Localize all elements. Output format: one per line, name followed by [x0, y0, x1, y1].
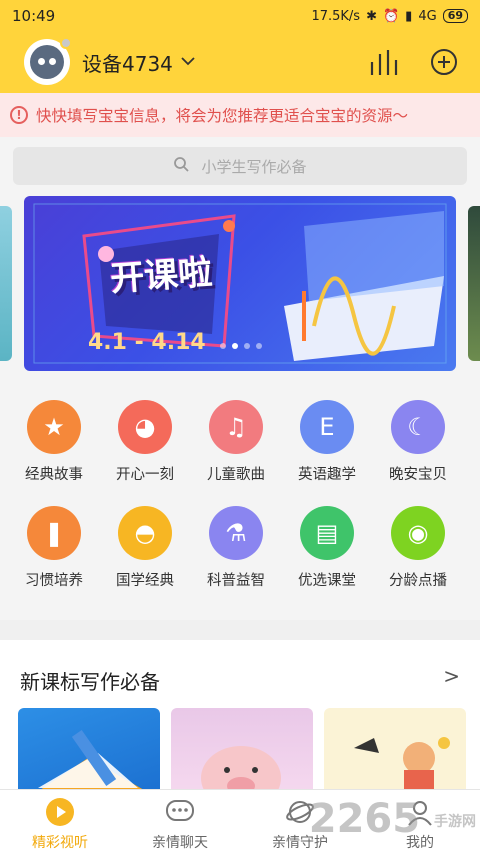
search-bar[interactable]: 小学生写作必备 — [13, 147, 467, 185]
disc-icon: ◉ — [391, 506, 445, 560]
robot-face — [30, 45, 64, 79]
content-card[interactable] — [171, 708, 313, 798]
category-item[interactable]: ◕ 开心一刻 — [99, 400, 191, 484]
pig-illustration — [201, 746, 281, 798]
star-icon: ★ — [27, 400, 81, 454]
search-icon — [173, 156, 190, 176]
tab-item[interactable]: 精彩视听 — [0, 796, 120, 852]
category-item[interactable]: ☾ 晚安宝贝 — [372, 400, 464, 484]
carousel-dot — [220, 343, 226, 349]
tab-item[interactable]: 亲情聊天 — [120, 796, 240, 852]
category-item[interactable]: ▤ 优选课堂 — [281, 506, 373, 590]
search-placeholder: 小学生写作必备 — [201, 157, 307, 176]
fan-icon: ◓ — [118, 506, 172, 560]
status-right: 17.5K/s ✱ ⏰ ▮ 4G 69 — [311, 9, 468, 24]
banner-dates: 4.1 - 4.14 — [88, 330, 206, 355]
category-item[interactable]: ❚ 习惯培养 — [8, 506, 100, 590]
carousel-dot — [256, 343, 262, 349]
category-item[interactable]: ⚗ 科普益智 — [190, 506, 282, 590]
battery-icon: 69 — [442, 9, 468, 23]
category-item[interactable]: E 英语趣学 — [281, 400, 373, 484]
content-card[interactable] — [324, 708, 466, 798]
watermark-logo: 2265 手游网 — [309, 796, 476, 842]
category-label: 英语趣学 — [298, 467, 356, 483]
chevron-right-icon[interactable]: > — [443, 664, 460, 688]
english-icon: E — [300, 400, 354, 454]
status-bar: 10:49 17.5K/s ✱ ⏰ ▮ 4G 69 — [0, 0, 480, 32]
device-name[interactable]: 设备4734 — [82, 48, 173, 77]
flask-icon: ⚗ — [209, 506, 263, 560]
notice-text: 快快填写宝宝信息，将会为您推荐更适合宝宝的资源～ — [36, 107, 409, 125]
status-time: 10:49 — [12, 7, 56, 25]
category-label: 国学经典 — [116, 573, 174, 589]
tab-label: 精彩视听 — [32, 835, 88, 851]
category-label: 儿童歌曲 — [207, 467, 265, 483]
category-label: 习惯培养 — [25, 573, 83, 589]
section-title: 新课标写作必备 — [20, 670, 160, 694]
banner-prev-peek[interactable] — [0, 206, 12, 361]
warning-icon: ! — [10, 106, 28, 124]
top-header: 10:49 17.5K/s ✱ ⏰ ▮ 4G 69 设备4734 — [0, 0, 480, 93]
category-item[interactable]: ★ 经典故事 — [8, 400, 100, 484]
network-speed: 17.5K/s — [311, 8, 361, 24]
carousel-dots — [220, 343, 262, 349]
banner-title: 开课啦 — [108, 252, 214, 300]
dog-icon: ◕ — [118, 400, 172, 454]
moon-icon: ☾ — [391, 400, 445, 454]
category-label: 开心一刻 — [116, 467, 174, 483]
category-label: 科普益智 — [207, 573, 265, 589]
network-type: 4G — [418, 8, 437, 24]
section-divider — [0, 620, 480, 640]
study-illustration — [354, 737, 450, 798]
carousel-dot — [244, 343, 250, 349]
carousel-dot-active — [232, 343, 238, 349]
music-icon: ♫ — [209, 400, 263, 454]
category-label: 晚安宝贝 — [389, 467, 447, 483]
category-item[interactable]: ◉ 分龄点播 — [372, 506, 464, 590]
chat-icon — [164, 796, 196, 828]
bluetooth-icon: ✱ — [366, 8, 377, 24]
signal-icon: ▮ — [405, 8, 413, 24]
category-label: 分龄点播 — [389, 573, 447, 589]
category-label: 优选课堂 — [298, 573, 356, 589]
toothbrush-icon: ❚ — [27, 506, 81, 560]
alarm-icon: ⏰ — [382, 8, 400, 24]
avatar-icon[interactable] — [24, 37, 72, 85]
category-item[interactable]: ◓ 国学经典 — [99, 506, 191, 590]
stats-icon[interactable] — [364, 42, 404, 82]
tab-label: 亲情聊天 — [152, 835, 208, 851]
info-notice[interactable]: ! 快快填写宝宝信息，将会为您推荐更适合宝宝的资源～ — [0, 93, 480, 137]
pencil-illustration — [28, 729, 158, 798]
device-row: 设备4734 — [0, 36, 480, 88]
watermark-brand: 2265 — [308, 796, 421, 842]
banner-slide[interactable]: 开课啦 4.1 - 4.14 — [24, 196, 456, 371]
chevron-down-icon[interactable] — [181, 54, 195, 70]
watermark-sub: 手游网 — [434, 814, 476, 830]
category-label: 经典故事 — [25, 467, 83, 483]
status-dot — [60, 37, 72, 49]
writing-section: 新课标写作必备 > — [0, 640, 480, 798]
book-icon: ▤ — [300, 506, 354, 560]
category-item[interactable]: ♫ 儿童歌曲 — [190, 400, 282, 484]
add-icon[interactable] — [424, 42, 464, 82]
play-icon — [44, 796, 76, 828]
banner-carousel[interactable]: 开课啦 4.1 - 4.14 — [0, 196, 480, 371]
content-card[interactable] — [18, 708, 160, 798]
banner-next-peek[interactable] — [468, 206, 480, 361]
